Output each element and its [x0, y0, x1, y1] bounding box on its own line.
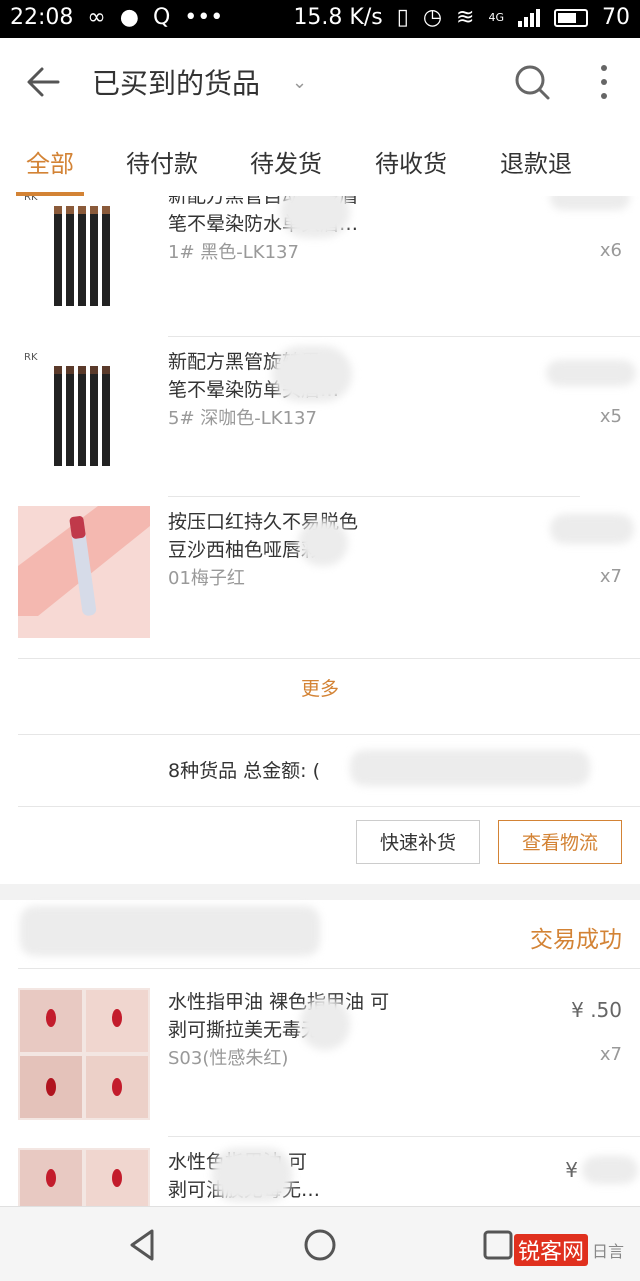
product-sku: S03(性感朱红) [168, 1048, 289, 1069]
product-qty: x6 [599, 240, 622, 261]
divider [18, 806, 640, 807]
redaction-blur [350, 750, 590, 786]
order-item[interactable]: RK 新配方黑管自动旋转眉 笔不晕染防水单头眉… 1# 黑色-LK137 x6 [0, 196, 640, 336]
product-price: ¥ .50 [571, 998, 622, 1022]
watermark-tail: 日言 [592, 1242, 625, 1261]
status-bar: 22:08 ∞ ● Q ••• 15.8 K/s ▯ ◷ ≋ 4G 70 [0, 0, 640, 38]
vibrate-icon: ▯ [396, 5, 409, 30]
divider [168, 336, 640, 337]
svg-text:RK: RK [24, 196, 38, 203]
redaction-blur [546, 360, 636, 386]
page-title[interactable]: 已买到的货品 [92, 62, 260, 102]
product-sku: 1# 黑色-LK137 [168, 242, 299, 263]
product-thumbnail [18, 506, 150, 638]
product-qty: x7 [599, 566, 622, 587]
order-list[interactable]: RK 新配方黑管自动旋转眉 笔不晕染防水单头眉… 1# 黑色-LK137 x6 [0, 196, 640, 1206]
product-thumbnail [18, 1148, 150, 1206]
product-qty: x5 [599, 406, 622, 427]
order-item[interactable]: RK 新配方黑管旋转眉 笔不晕染防单头眉… 5# 深咖色-LK137 x5 [0, 346, 640, 496]
qq-icon: Q [152, 5, 171, 30]
alarm-icon: ◷ [422, 5, 443, 30]
svg-text:RK: RK [24, 352, 38, 363]
divider [168, 496, 580, 497]
status-time: 22:08 [10, 5, 74, 30]
wifi-icon: ≋ [456, 5, 475, 30]
product-sku: 5# 深咖色-LK137 [168, 408, 317, 429]
nav-back-icon[interactable] [124, 1227, 160, 1263]
search-icon[interactable] [512, 62, 552, 102]
order-card: 交易成功 水性指甲油 裸色指甲油 可 剥可撕拉美无毒无… S03(性感朱红) ¥… [0, 900, 640, 1206]
product-price: ¥ [565, 1158, 578, 1182]
order-item[interactable]: 水性色指甲油 可 剥可油胶无毒无… ¥ [0, 1148, 640, 1206]
back-arrow-icon[interactable] [22, 60, 66, 104]
nav-recents-icon[interactable] [480, 1227, 516, 1263]
order-tabs: 全部 待付款 待发货 待收货 退款退 [0, 124, 640, 197]
signal-icon [518, 8, 540, 27]
product-thumbnail [18, 988, 150, 1120]
order-item[interactable]: 水性指甲油 裸色指甲油 可 剥可撕拉美无毒无… S03(性感朱红) ¥ .50 … [0, 988, 640, 1128]
divider [18, 658, 640, 659]
divider [168, 1136, 640, 1137]
more-vert-icon[interactable] [594, 62, 614, 102]
order-card: RK 新配方黑管自动旋转眉 笔不晕染防水单头眉… 1# 黑色-LK137 x6 [0, 196, 640, 884]
overflow-dots-icon: ••• [184, 5, 224, 30]
chat-icon: ● [119, 5, 139, 30]
app-bar: 已买到的货品 ⌄ [0, 38, 640, 125]
chevron-down-icon[interactable]: ⌄ [292, 72, 307, 93]
more-items-link[interactable]: 更多 [0, 674, 640, 701]
network-speed: 15.8 K/s [293, 5, 383, 30]
quick-restock-button[interactable]: 快速补货 [356, 820, 480, 864]
redaction-blur [212, 1148, 292, 1202]
product-sku: 01梅子红 [168, 568, 245, 589]
divider [18, 968, 640, 969]
redaction-blur [280, 196, 350, 238]
network-type: 4G [488, 11, 504, 24]
tab-all[interactable]: 全部 [26, 144, 74, 179]
nav-home-icon[interactable] [302, 1227, 338, 1263]
tab-pending-shipment[interactable]: 待发货 [250, 144, 322, 179]
product-thumbnail: RK [18, 196, 150, 318]
tab-refund[interactable]: 退款退 [500, 144, 572, 179]
watermark-brand: 锐客网 [514, 1234, 589, 1266]
redaction-blur [20, 906, 320, 956]
order-summary: 8种货品 总金额: ( [168, 760, 320, 782]
product-thumbnail: RK [18, 346, 150, 478]
redaction-blur [550, 514, 634, 544]
redaction-blur [550, 196, 630, 210]
redaction-blur [298, 520, 348, 566]
product-qty: x7 [599, 1044, 622, 1065]
battery-level: 70 [602, 5, 630, 30]
battery-icon [554, 8, 588, 27]
order-item[interactable]: 按压口红持久不易脱色 豆沙西柚色哑唇彩 01梅子红 x7 [0, 506, 640, 656]
infinity-icon: ∞ [87, 5, 106, 30]
tab-pending-receipt[interactable]: 待收货 [375, 144, 447, 179]
redaction-blur [582, 1156, 638, 1184]
tab-pending-payment[interactable]: 待付款 [126, 144, 198, 179]
view-logistics-button[interactable]: 查看物流 [498, 820, 622, 864]
redaction-blur [300, 998, 350, 1050]
order-status: 交易成功 [530, 927, 622, 953]
redaction-blur [272, 346, 352, 402]
divider [18, 734, 640, 735]
